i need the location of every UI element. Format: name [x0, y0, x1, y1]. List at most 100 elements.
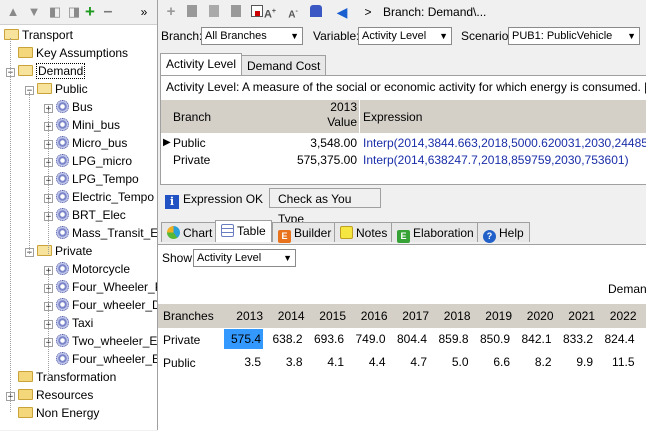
tree-item[interactable]: + Bus [44, 99, 93, 116]
tree-item-label: Four_wheeler_Elec [72, 352, 157, 366]
table-cell[interactable]: 693.6 [307, 329, 346, 349]
tree-item-label: Electric_Tempo [72, 190, 155, 204]
tab-elaboration[interactable]: E Elaboration [391, 222, 480, 243]
tree-item[interactable]: Four_wheeler_Elec [44, 351, 157, 368]
tree-item[interactable]: +Four_Wheeler_Petrol [44, 279, 157, 296]
tab-notes[interactable]: Notes [334, 222, 394, 242]
table-cell[interactable]: 850.9 [473, 329, 512, 349]
table-cell[interactable]: 9.9 [556, 352, 595, 372]
tab-help[interactable]: ? Help [477, 222, 530, 243]
forward-chevron-icon[interactable]: > [361, 4, 375, 20]
gear-icon [56, 136, 69, 149]
delete-branch-icon[interactable]: – [101, 4, 115, 20]
table-cell[interactable]: 3.5 [224, 352, 263, 372]
copy-icon[interactable] [185, 4, 199, 20]
tree-item[interactable]: Transformation [6, 369, 116, 386]
expression-panel: Activity Level: A measure of the social … [160, 75, 646, 185]
more-tools-icon[interactable]: » [137, 5, 151, 19]
table-cell[interactable]: 824.4 [598, 329, 637, 349]
table-cell[interactable]: 804.4 [390, 329, 429, 349]
tab-label: Help [499, 226, 524, 240]
tree-item[interactable]: Non Energy [6, 405, 99, 422]
back-arrow-icon[interactable]: ◀ [335, 4, 349, 20]
table-cell[interactable]: 4.1 [307, 352, 346, 372]
table-cell[interactable]: 638.2 [266, 329, 305, 349]
paste-icon[interactable] [207, 4, 221, 20]
scenario-label: Scenario: [461, 29, 512, 43]
table-cell[interactable]: 749.0 [349, 329, 388, 349]
elaboration-icon: E [397, 230, 410, 243]
row-expression[interactable]: Interp(2014,3844.663,2018,5000.620031,20… [363, 134, 646, 152]
table-cell[interactable]: 4.4 [349, 352, 388, 372]
tab-builder[interactable]: E Builder [272, 222, 338, 243]
tree-item[interactable]: +Two_wheeler_Elec [44, 333, 158, 350]
tree-item[interactable]: + Micro_bus [44, 135, 127, 152]
tree-item[interactable]: + Mini_bus [44, 117, 120, 134]
tree-item[interactable]: + Taxi [44, 315, 93, 332]
tree-item[interactable]: − Private [25, 243, 92, 260]
tree-item[interactable]: Mass_Transit_Elec [44, 225, 157, 242]
variable-select[interactable]: Activity Level ▼ [358, 27, 452, 45]
expression-status: i Expression OK [165, 190, 263, 209]
check-as-you-type-button[interactable]: Check as You Type [269, 188, 381, 226]
table-cell[interactable]: 575.4 [224, 329, 263, 349]
row-branch-label: Public [163, 356, 196, 370]
tab-activity-level[interactable]: Activity Level [160, 53, 243, 75]
tree-item[interactable]: + BRT_Elec [44, 207, 126, 224]
tree-item-label: Mini_bus [72, 118, 121, 132]
info-icon: i [165, 195, 179, 209]
tree-item[interactable]: +Four_wheeler_Diesel [44, 297, 158, 314]
tree-item[interactable]: + Electric_Tempo [44, 189, 154, 206]
move-up-icon[interactable]: ▲ [6, 5, 20, 19]
table-cell[interactable]: 842.1 [515, 329, 554, 349]
save-icon[interactable] [250, 4, 264, 20]
tree-item[interactable]: + LPG_micro [44, 153, 132, 170]
tree-item[interactable]: + LPG_Tempo [44, 171, 139, 188]
tree-item-label: Resources [36, 388, 94, 402]
tree-item-label: Transport [22, 28, 73, 42]
cut-icon[interactable] [229, 4, 243, 20]
table-cell[interactable]: 833.2 [556, 329, 595, 349]
table-cell[interactable]: 859.8 [432, 329, 471, 349]
tab-chart[interactable]: Chart [161, 222, 219, 242]
users-icon[interactable] [309, 4, 323, 20]
help-icon: ? [483, 230, 496, 243]
scenario-select[interactable]: PUB1: PublicVehicle ▼ [508, 27, 640, 45]
tree-item[interactable]: Key Assumptions [6, 45, 128, 62]
move-down-icon[interactable]: ▼ [27, 5, 41, 19]
add-branch-icon[interactable]: + [83, 3, 97, 20]
tree-item-label: BRT_Elec [72, 208, 126, 222]
font-size-decrease-icon[interactable]: A- [286, 4, 300, 20]
row-expression[interactable]: Interp(2014,638247.7,2018,859759,2030,75… [363, 151, 629, 169]
indent-icon[interactable]: ◨ [67, 5, 81, 19]
tree-item[interactable]: Transport [4, 27, 73, 44]
outdent-icon[interactable]: ◧ [48, 5, 62, 19]
variable-label: Variable: [313, 29, 360, 43]
table-cell[interactable]: 8.2 [515, 352, 554, 372]
add-icon[interactable]: + [164, 4, 178, 20]
table-cell[interactable]: 4.7 [390, 352, 429, 372]
tree-item[interactable]: − Demand [6, 63, 86, 80]
table-cell[interactable]: 5.0 [432, 352, 471, 372]
folder-open-icon [37, 83, 52, 94]
row-value[interactable]: 3,548.00 [261, 134, 357, 152]
tree-item[interactable]: − Public [25, 81, 88, 98]
column-header-value: Value [327, 115, 357, 129]
branch-select[interactable]: All Branches ▼ [201, 27, 303, 45]
row-value[interactable]: 575,375.00 [261, 151, 357, 169]
table-cell[interactable]: 11.5 [598, 352, 637, 372]
branch-select-value: All Branches [205, 30, 267, 42]
tree-item[interactable]: + Resources [6, 387, 93, 404]
tree-item-label: Four_wheeler_Diesel [72, 298, 158, 312]
tree-item[interactable]: + Motorcycle [44, 261, 130, 278]
tree-item-label: Four_Wheeler_Petrol [72, 280, 157, 294]
font-size-increase-icon[interactable]: A+ [263, 4, 277, 21]
column-divider [359, 100, 360, 133]
tree-item-label: Two_wheeler_Elec [72, 334, 158, 348]
table-cell[interactable]: 3.8 [266, 352, 305, 372]
show-select[interactable]: Activity Level ▼ [193, 249, 296, 267]
table-cell[interactable]: 6.6 [473, 352, 512, 372]
tree-item-label: Taxi [72, 316, 94, 330]
tab-demand-cost[interactable]: Demand Cost [241, 55, 327, 75]
tab-table[interactable]: Table [215, 220, 272, 242]
